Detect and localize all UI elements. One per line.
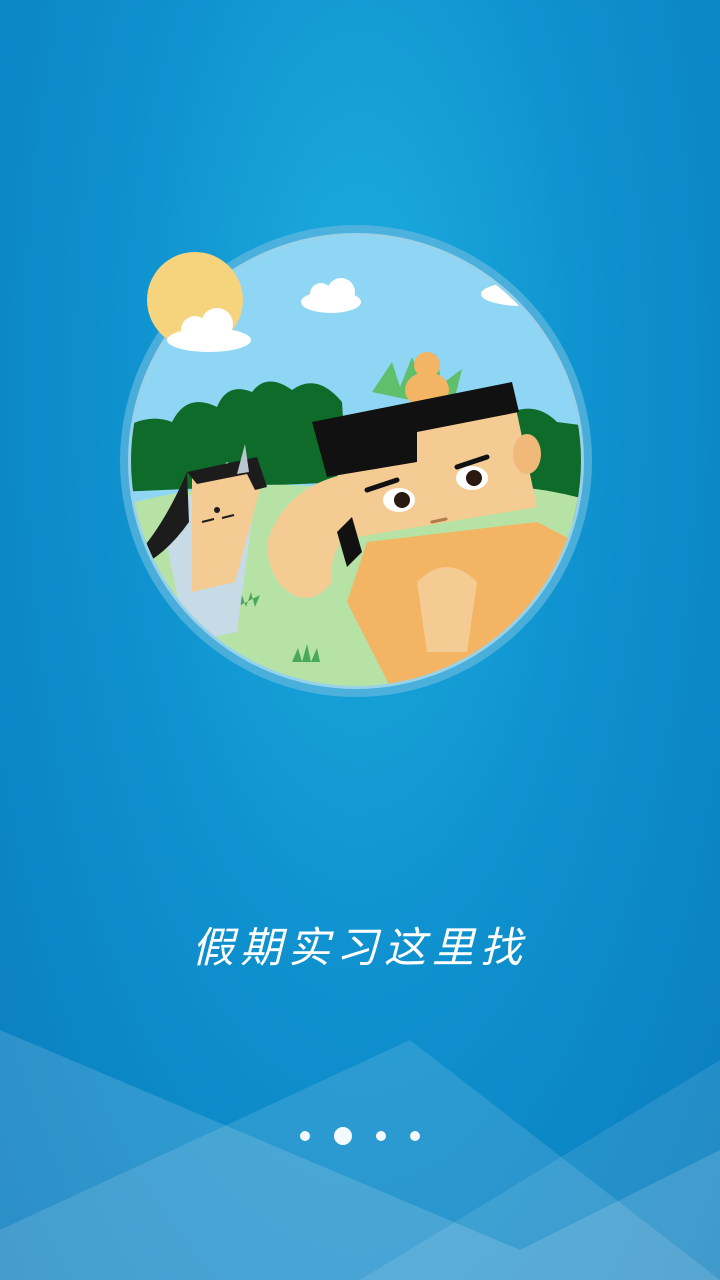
page-dot-2-active[interactable] <box>334 1127 352 1145</box>
bottom-background-shapes <box>0 1030 720 1280</box>
onboarding-slogan: 假期实习这里找 <box>191 923 528 972</box>
page-dot-1[interactable] <box>300 1131 310 1141</box>
onboarding-illustration <box>117 222 595 700</box>
page-indicator <box>0 1124 720 1148</box>
page-dot-4[interactable] <box>410 1131 420 1141</box>
cartoon-heroes-illustration-icon <box>120 225 592 697</box>
page-dot-3[interactable] <box>376 1131 386 1141</box>
